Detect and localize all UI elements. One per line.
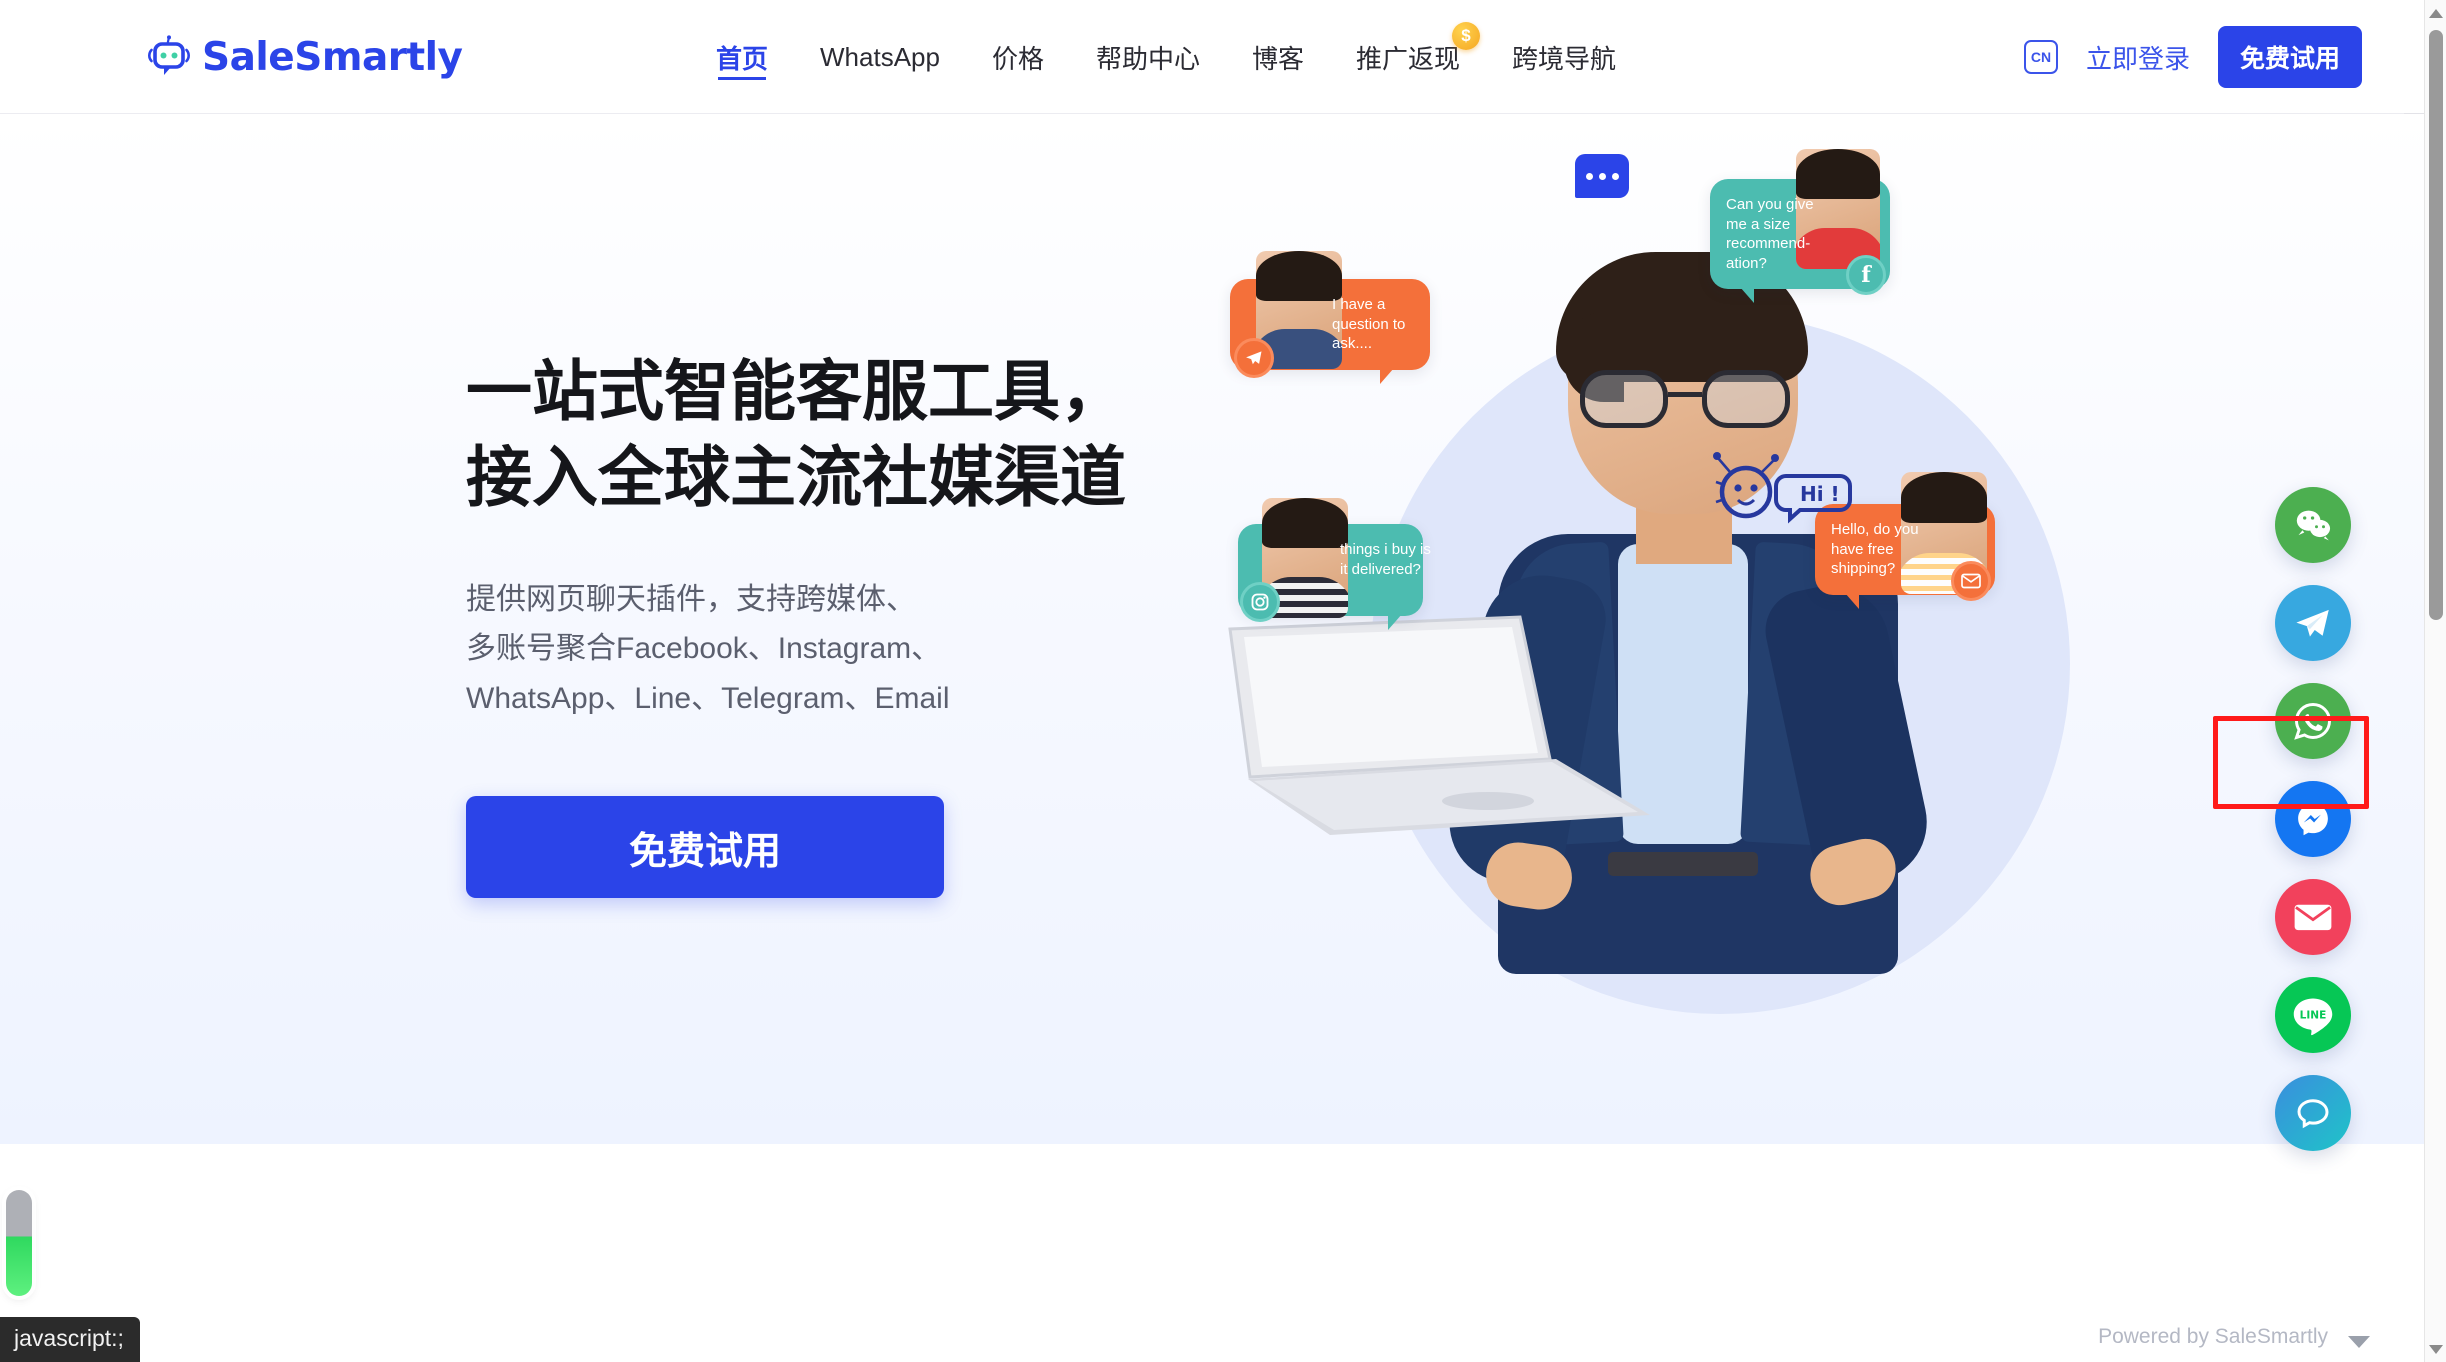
bubble-text: Hello, do you have free shipping? <box>1831 521 1919 577</box>
nav-label: WhatsApp <box>820 41 940 72</box>
powered-by-label: Powered by SaleSmartly <box>2098 1325 2328 1348</box>
browser-viewport: SaleSmartly 首页 WhatsApp 价格 帮助中心 博客 推广返现 … <box>0 0 2446 1362</box>
site-header: SaleSmartly 首页 WhatsApp 价格 帮助中心 博客 推广返现 … <box>0 0 2424 114</box>
header-free-trial-button[interactable]: 免费试用 <box>2217 26 2362 88</box>
bubble-text: I have a question to ask.... <box>1332 296 1406 352</box>
nav-item-home[interactable]: 首页 <box>690 0 794 114</box>
bubble-text: things i buy is it delivered? <box>1340 541 1431 578</box>
bubble-tail <box>1740 287 1754 303</box>
social-button-messenger[interactable] <box>2275 781 2351 857</box>
nav-label: 价格 <box>991 43 1044 74</box>
nav-item-referral-cashback[interactable]: 推广返现 $ <box>1330 0 1486 114</box>
scrollbar-divider <box>2404 113 2424 114</box>
scrollbar-thumb[interactable] <box>2429 30 2443 620</box>
social-button-telegram[interactable] <box>2275 585 2351 661</box>
language-label: CN <box>2030 49 2052 65</box>
line-icon: LINE <box>2289 993 2337 1037</box>
dollar-badge-icon: $ <box>1452 22 1481 50</box>
instagram-icon <box>1240 582 1280 622</box>
hero-sub-line-3: WhatsApp、Line、Telegram、Email <box>466 681 950 715</box>
chat-bubble-facebook: f Can you give me a size recommend-ation… <box>1710 149 1890 303</box>
avatar-hair <box>1796 149 1880 200</box>
nav-label: 帮助中心 <box>1095 43 1200 74</box>
main-navigation: 首页 WhatsApp 价格 帮助中心 博客 推广返现 $ 跨境导航 <box>690 0 1642 114</box>
hero-free-trial-button[interactable]: 免费试用 <box>466 796 944 899</box>
wechat-icon <box>2292 504 2334 546</box>
svg-text:LINE: LINE <box>2300 1010 2327 1022</box>
social-button-whatsapp[interactable] <box>2275 683 2351 759</box>
chat-bubble-telegram: I have a question to ask.... <box>1230 251 1430 384</box>
header-actions: CN 立即登录 免费试用 <box>2023 0 2362 114</box>
typing-dot <box>1585 172 1593 180</box>
bubble-tail <box>1380 367 1394 384</box>
triangle-up-icon <box>2429 8 2443 18</box>
email-icon <box>2292 900 2334 934</box>
bubble-tail <box>1388 614 1402 630</box>
nav-item-help-center[interactable]: 帮助中心 <box>1070 0 1226 114</box>
telegram-icon <box>1234 337 1274 378</box>
facebook-icon: f <box>1846 255 1886 295</box>
login-link[interactable]: 立即登录 <box>2086 39 2190 76</box>
language-selector[interactable]: CN <box>2023 40 2058 74</box>
robot-logo-icon <box>146 34 192 80</box>
chevron-down-icon <box>2346 1336 2372 1355</box>
social-button-email[interactable] <box>2275 879 2351 955</box>
scrollbar-down-arrow[interactable] <box>2425 1338 2446 1360</box>
social-button-wechat[interactable] <box>2275 487 2351 563</box>
glasses-bridge <box>1668 392 1702 397</box>
nav-label: 博客 <box>1252 43 1305 74</box>
avatar-hair <box>1901 472 1987 524</box>
whatsapp-icon <box>2291 699 2335 743</box>
floating-social-rail: LINE <box>2258 487 2368 1151</box>
rail-collapse-button[interactable] <box>2346 1333 2372 1356</box>
page-content: SaleSmartly 首页 WhatsApp 价格 帮助中心 博客 推广返现 … <box>0 0 2424 1362</box>
social-button-livechat[interactable] <box>2275 1075 2351 1151</box>
nav-item-blog[interactable]: 博客 <box>1226 0 1330 114</box>
social-button-line[interactable]: LINE <box>2275 977 2351 1053</box>
hero-illustration: I have a question to ask.... f Can you g… <box>1228 149 2310 1094</box>
telegram-icon <box>2292 602 2334 644</box>
email-icon <box>1951 560 1991 601</box>
nav-label: 推广返现 <box>1356 43 1461 74</box>
chat-bubble-icon <box>2292 1092 2334 1134</box>
bubble-text: Can you give me a size recommend-ation? <box>1726 196 1814 272</box>
glasses-lens-left <box>1580 370 1668 428</box>
typing-indicator-bubble <box>1575 154 1629 198</box>
browser-status-bar: javascript:; <box>0 1317 140 1362</box>
nav-item-pricing[interactable]: 价格 <box>966 0 1070 114</box>
hero-sub-line-1: 提供网页聊天插件，支持跨媒体、 <box>466 582 916 616</box>
person-belt <box>1608 852 1758 876</box>
typing-dot <box>1611 172 1619 180</box>
typing-dot <box>1598 172 1606 180</box>
brand-logo[interactable]: SaleSmartly <box>146 34 463 80</box>
laptop-icon <box>1228 615 1650 835</box>
left-floating-widget[interactable] <box>6 1190 32 1296</box>
brand-name: SaleSmartly <box>202 34 463 80</box>
avatar-hair <box>1256 251 1342 301</box>
bubble-tail <box>1845 592 1859 609</box>
nav-item-whatsapp[interactable]: WhatsApp <box>794 0 966 114</box>
avatar-hair <box>1262 498 1348 549</box>
hero-section: 一站式智能客服工具， 接入全球主流社媒渠道 提供网页聊天插件，支持跨媒体、 多账… <box>0 114 2424 1144</box>
nav-item-cross-border-nav[interactable]: 跨境导航 <box>1486 0 1642 114</box>
browser-scrollbar[interactable] <box>2424 0 2446 1362</box>
glasses-lens-right <box>1702 370 1790 428</box>
chat-bubble-instagram: things i buy is it delivered? <box>1238 498 1431 630</box>
messenger-icon <box>2292 798 2334 840</box>
triangle-down-icon <box>2429 1344 2443 1354</box>
hero-sub-line-2: 多账号聚合Facebook、Instagram、 <box>466 632 942 666</box>
nav-label: 跨境导航 <box>1512 43 1617 74</box>
scrollbar-up-arrow[interactable] <box>2425 2 2446 24</box>
person-glasses <box>1580 370 1790 430</box>
robot-greeting-text: Hi ! <box>1800 482 1840 506</box>
nav-label: 首页 <box>716 43 769 74</box>
